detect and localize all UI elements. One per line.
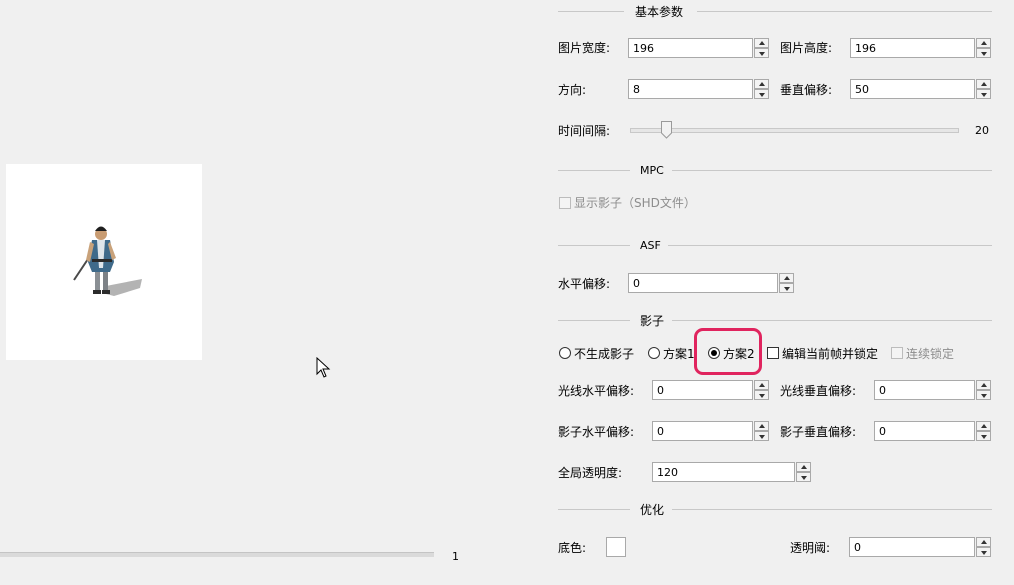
threshold-label: 透明阈: [790,541,831,555]
section-title-shadow: 影子 [640,314,665,328]
section-title-optimize: 优化 [640,503,665,517]
mouse-cursor-icon [316,357,331,378]
highlight-annotation [694,328,762,375]
section-title-asf: ASF [640,239,661,252]
height-label: 图片高度: [780,41,833,55]
light-h-offset-input[interactable] [652,380,753,400]
shadow-v-offset-label: 影子垂直偏移: [780,425,857,439]
width-label: 图片宽度: [558,41,611,55]
vertical-offset-spinner[interactable] [976,79,991,99]
shadow-v-offset-input[interactable] [874,421,975,441]
width-input[interactable] [628,38,753,58]
light-h-offset-label: 光线水平偏移: [558,384,635,398]
radio-no-shadow[interactable] [559,347,571,359]
threshold-spinner[interactable] [976,537,991,557]
shadow-h-offset-label: 影子水平偏移: [558,425,635,439]
shadow-h-offset-spinner[interactable] [754,421,769,441]
global-alpha-spinner[interactable] [796,462,811,482]
height-input[interactable] [850,38,975,58]
show-shadow-checkbox[interactable] [559,197,571,209]
bg-color-label: 底色: [558,541,587,555]
light-h-offset-spinner[interactable] [754,380,769,400]
radio-scheme-1-label: 方案1 [663,347,695,361]
threshold-input[interactable] [849,537,975,557]
asf-hoffset-input[interactable] [628,273,778,293]
edit-frame-lock-label: 编辑当前帧并锁定 [782,347,879,361]
vertical-offset-label: 垂直偏移: [780,83,833,97]
show-shadow-label: 显示影子（SHD文件） [574,196,696,210]
frame-number: 1 [452,550,459,563]
light-v-offset-spinner[interactable] [976,380,991,400]
width-spinner[interactable] [754,38,769,58]
frame-slider-track[interactable] [0,552,434,557]
radio-scheme-1[interactable] [648,347,660,359]
shadow-h-offset-input[interactable] [652,421,753,441]
radio-no-shadow-label: 不生成影子 [574,347,635,361]
preview-canvas [6,164,202,360]
edit-frame-lock-checkbox[interactable] [767,347,779,359]
direction-input[interactable] [628,79,753,99]
asf-hoffset-spinner[interactable] [779,273,794,293]
character-sprite [73,226,142,296]
direction-label: 方向: [558,83,587,97]
asf-hoffset-label: 水平偏移: [558,277,611,291]
global-alpha-input[interactable] [652,462,795,482]
interval-slider-thumb[interactable] [660,121,672,139]
direction-spinner[interactable] [754,79,769,99]
vertical-offset-input[interactable] [850,79,975,99]
interval-label: 时间间隔: [558,124,611,138]
bg-color-swatch[interactable] [606,537,626,557]
interval-value: 20 [975,124,989,137]
continuous-lock-label: 连续锁定 [906,347,955,361]
height-spinner[interactable] [976,38,991,58]
continuous-lock-checkbox[interactable] [891,347,903,359]
interval-slider-track[interactable] [630,128,959,133]
global-alpha-label: 全局透明度: [558,466,623,480]
section-title-basic: 基本参数 [635,5,684,19]
shadow-v-offset-spinner[interactable] [976,421,991,441]
light-v-offset-label: 光线垂直偏移: [780,384,857,398]
section-title-mpc: MPC [640,164,664,177]
light-v-offset-input[interactable] [874,380,975,400]
